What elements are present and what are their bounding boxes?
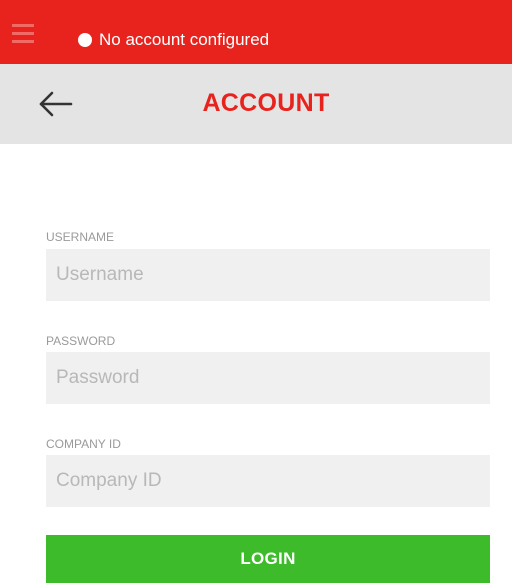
password-input[interactable] xyxy=(46,352,490,404)
username-input[interactable] xyxy=(46,249,490,301)
page-title: ACCOUNT xyxy=(202,89,330,117)
status-text: No account configured xyxy=(99,30,270,49)
username-label: USERNAME xyxy=(46,230,115,244)
company-id-label: COMPANY ID xyxy=(46,437,121,451)
status-dot-icon xyxy=(78,33,92,47)
app-header: ACCOUNT xyxy=(0,64,512,144)
company-id-input[interactable] xyxy=(46,455,490,507)
password-label: PASSWORD xyxy=(46,334,116,348)
status-bar: No account configured xyxy=(0,0,512,64)
login-button[interactable]: LOGIN xyxy=(46,535,490,583)
hamburger-menu-icon[interactable] xyxy=(12,24,34,44)
